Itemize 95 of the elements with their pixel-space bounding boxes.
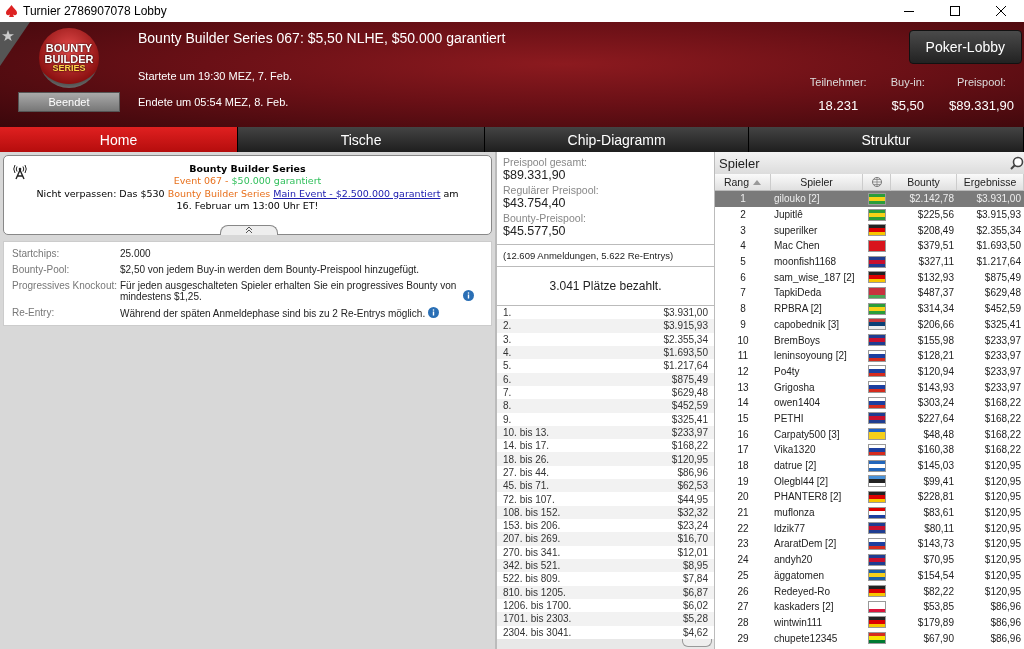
entries-note: (12.609 Anmeldungen, 5.622 Re-Entrys) (497, 245, 714, 267)
series-logo: BOUNTY BUILDER SERIES (39, 28, 99, 88)
event-line: Event 067 - $50.000 garantiert (173, 175, 322, 188)
payout-place: 207. bis 269. (503, 533, 561, 545)
pool-label: Regulärer Preispool: (503, 184, 600, 196)
payout-place: 2. (503, 320, 512, 332)
payout-place: 6. (503, 373, 512, 385)
status-label: Beendet (18, 92, 120, 112)
stat-label: Preispool: (957, 76, 1006, 88)
panel-title: Spieler (719, 155, 760, 171)
payout-amount: $4,62 (682, 626, 708, 638)
payout-amount: $875,49 (671, 373, 708, 385)
payout-place: 3. (503, 333, 512, 345)
payout-amount: $1.217,64 (663, 360, 708, 372)
detail-value: Während der späten Anmeldephase sind bis zu 2 Re-Entrys möglich. (120, 308, 426, 319)
payout-place: 14. bis 17. (503, 440, 550, 452)
poker-lobby-button[interactable]: Poker-Lobby (908, 30, 1022, 64)
payout-amount: $8,95 (682, 560, 708, 572)
pool-value: $89.331,90 (503, 168, 567, 182)
window-title: Turnier 2786907078 Lobby (23, 4, 168, 18)
column-header[interactable]: Ergebnisse (957, 174, 1024, 191)
payout-amount: $168,22 (671, 440, 708, 452)
tournament-title: Bounty Builder Series 067: $5,50 NLHE, $50.000 garantiert (138, 30, 507, 48)
main-event-link[interactable]: Main Event - $2.500.000 garantiert (273, 187, 441, 199)
stat-value: $89.331,90 (948, 98, 1014, 113)
payout-place: 5. (503, 360, 512, 372)
news-title: Bounty Builder Series (189, 163, 306, 176)
payout-amount: $62,53 (677, 480, 708, 492)
payout-amount: $233,97 (671, 426, 708, 438)
payout-place: 45. bis 71. (503, 480, 550, 492)
payout-amount: $1.693,50 (663, 347, 708, 359)
pool-label: Preispool gesamt: (503, 156, 589, 168)
payout-amount: $120,95 (671, 453, 708, 465)
payout-amount: $325,41 (671, 413, 708, 425)
payout-place: 9. (503, 413, 512, 425)
detail-value: 25.000 (120, 248, 151, 259)
payout-amount: $3.931,00 (663, 307, 708, 319)
payout-amount: $6,02 (682, 600, 708, 612)
payout-place: 342. bis 521. (503, 560, 561, 572)
pool-label: Bounty-Preispool: (503, 212, 587, 224)
pool-value: $45.577,50 (503, 224, 567, 238)
payout-amount: $23,24 (677, 520, 708, 532)
news-message: Nicht verpassen: Das $530 Bounty Builder Series Main Event - $2.500.000 garantiert am 16. Februar um 13:00 Uhr ET! (35, 187, 460, 213)
payout-place: 2304. bis 3041. (503, 626, 572, 638)
payout-place: 810. bis 1205. (503, 586, 566, 598)
payout-place: 10. bis 13. (503, 426, 550, 438)
payout-amount: $44,95 (677, 493, 708, 505)
pool-value: $43.754,40 (503, 196, 567, 210)
detail-value: Für jeden ausgeschalteten Spieler erhalten Sie ein progressives Bounty von mindestens $1,25. (120, 280, 458, 302)
payout-place: 72. bis 107. (503, 493, 555, 505)
rank-cell[interactable]: 1 (715, 191, 771, 207)
payout-amount: $7,84 (682, 573, 708, 585)
payout-place: 1701. bis 2303. (503, 613, 572, 625)
payout-place: 27. bis 44. (503, 466, 550, 478)
payout-place: 7. (503, 387, 512, 399)
detail-label: Progressives Knockout: (12, 280, 119, 291)
stat-value: $5,50 (891, 98, 925, 113)
column-header[interactable]: Rang (715, 174, 771, 191)
payout-amount: $629,48 (671, 387, 708, 399)
tab[interactable]: Struktur (749, 127, 1024, 152)
tab[interactable]: Chip-Diagramm (485, 127, 750, 152)
detail-value: $2,50 von jedem Buy-in werden dem Bounty-Preispool hinzugefügt. (120, 264, 420, 275)
payout-place: 153. bis 206. (503, 520, 561, 532)
end-time: Endete um 05:54 MEZ, 8. Feb. (138, 96, 290, 110)
payout-place: 8. (503, 400, 512, 412)
detail-label: Bounty-Pool: (12, 264, 71, 275)
stat-label: Teilnehmer: (809, 76, 867, 88)
payout-amount: $452,59 (671, 400, 708, 412)
payout-place: 522. bis 809. (503, 573, 561, 585)
payout-amount: $16,70 (677, 533, 708, 545)
stat-label: Buy-in: (890, 76, 925, 88)
payout-place: 1206. bis 1700. (503, 600, 572, 612)
column-header[interactable]: Spieler (771, 174, 863, 191)
detail-label: Re-Entry: (12, 307, 56, 318)
detail-label: Startchips: (12, 248, 61, 259)
payout-amount: $5,28 (682, 613, 708, 625)
result-cell: $3.931,00 (957, 191, 1024, 207)
payout-place: 108. bis 152. (503, 506, 561, 518)
tab[interactable]: Tische (238, 127, 486, 152)
payout-place: 270. bis 341. (503, 546, 561, 558)
column-header[interactable]: Bounty (891, 174, 957, 191)
player-cell[interactable]: gilouko [2] (771, 191, 863, 207)
payout-amount: $3.915,93 (663, 320, 708, 332)
stat-value: 18.231 (818, 98, 859, 113)
start-time: Startete um 19:30 MEZ, 7. Feb. (138, 70, 294, 84)
payout-amount: $6,87 (682, 586, 708, 598)
bounty-cell: $2.142,78 (891, 191, 957, 207)
payout-place: 18. bis 26. (503, 453, 550, 465)
payout-amount: $32,32 (677, 506, 708, 518)
payout-amount: $12,01 (677, 546, 708, 558)
payout-place: 4. (503, 347, 512, 359)
tab[interactable]: Home (0, 127, 239, 152)
payout-amount: $2.355,34 (663, 333, 708, 345)
payout-amount: $86,96 (677, 466, 708, 478)
payout-place: 1. (503, 307, 512, 319)
